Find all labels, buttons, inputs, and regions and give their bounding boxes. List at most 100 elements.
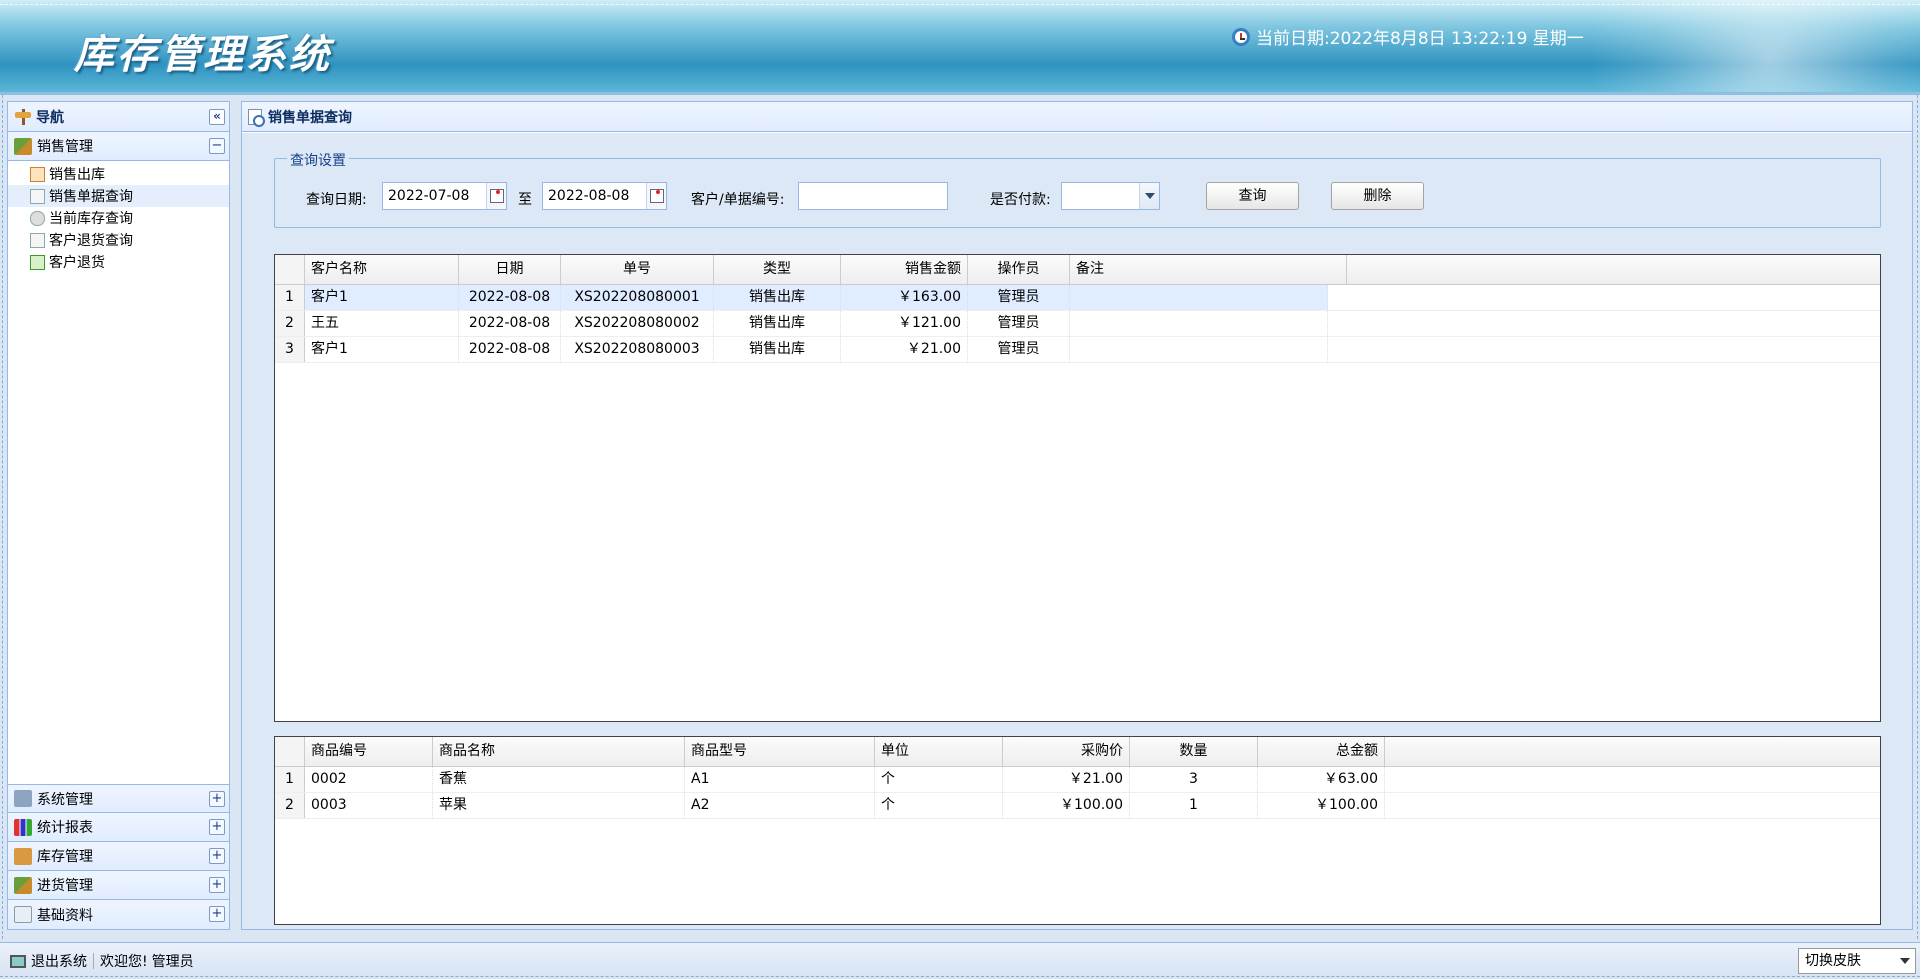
tree-item-customer-return[interactable]: 客户退货 — [8, 251, 229, 273]
to-label: 至 — [518, 192, 532, 208]
cell-model: A1 — [685, 767, 875, 792]
logout-link[interactable]: 退出系统 — [31, 951, 87, 971]
column-header[interactable]: 日期 — [459, 255, 561, 284]
cell-type: 销售出库 — [714, 285, 841, 310]
search-doc-icon — [30, 232, 45, 248]
expand-section-button[interactable]: + — [209, 819, 225, 835]
section-reports[interactable]: 统计报表 + — [8, 813, 229, 842]
paid-select[interactable] — [1061, 182, 1160, 210]
current-date: 当前日期: 2022年8月8日 13:22:19 星期一 — [1232, 24, 1584, 49]
section-purchase[interactable]: 进货管理 + — [8, 871, 229, 900]
items-grid: 商品编号 商品名称 商品型号 单位 采购价 数量 总金额 1 0002 香蕉 A… — [274, 736, 1881, 925]
rownum-header — [275, 255, 305, 284]
column-header[interactable]: 采购价 — [1003, 737, 1130, 766]
row-number: 2 — [275, 311, 305, 336]
skin-select[interactable]: 切换皮肤 — [1798, 948, 1916, 974]
date-to-value: 2022-08-08 — [548, 188, 630, 204]
return-icon — [30, 254, 45, 270]
column-header[interactable]: 商品型号 — [685, 737, 875, 766]
table-row[interactable]: 3 客户1 2022-08-08 XS202208080003 销售出库 ￥21… — [275, 337, 1880, 363]
cell-amount: ￥121.00 — [841, 311, 968, 336]
expand-section-button[interactable]: + — [209, 848, 225, 864]
tree-item-sales-query[interactable]: 销售单据查询 — [8, 185, 229, 207]
cell-date: 2022-08-08 — [459, 311, 561, 336]
main-panel-header: 销售单据查询 — [242, 102, 1912, 132]
section-inventory[interactable]: 库存管理 + — [8, 842, 229, 871]
database-icon — [30, 210, 45, 226]
left-dashed-border — [2, 95, 3, 939]
cell-amount: ￥21.00 — [841, 337, 968, 362]
expand-section-button[interactable]: + — [209, 791, 225, 807]
section-label: 销售管理 — [37, 139, 93, 155]
expand-section-button[interactable]: + — [209, 877, 225, 893]
section-label: 库存管理 — [37, 849, 93, 865]
section-sales[interactable]: 销售管理 − — [8, 132, 229, 161]
cell-date: 2022-08-08 — [459, 337, 561, 362]
collapse-nav-button[interactable]: « — [209, 109, 225, 125]
collapse-section-button[interactable]: − — [209, 138, 225, 154]
header-dashed-line — [0, 4, 1920, 5]
section-basic-data[interactable]: 基础资料 + — [8, 900, 229, 929]
column-header[interactable]: 销售金额 — [841, 255, 968, 284]
tree-item-label: 销售出库 — [49, 167, 105, 183]
search-button[interactable]: 查询 — [1206, 182, 1299, 210]
customer-input[interactable] — [798, 182, 948, 210]
main-body: 查询设置 查询日期: 2022-07-08 至 2022-08-08 客户/单据… — [242, 133, 1912, 929]
cell-qty: 1 — [1130, 793, 1258, 818]
box-icon — [14, 847, 32, 865]
section-system[interactable]: 系统管理 + — [8, 784, 229, 813]
column-header[interactable]: 数量 — [1130, 737, 1258, 766]
collapsed-sections: 系统管理 + 统计报表 + 库存管理 + 进货管理 + 基础资料 + — [8, 784, 229, 929]
customer-label: 客户/单据编号: — [691, 192, 785, 208]
calendar-icon[interactable] — [646, 183, 666, 209]
sales-icon — [14, 137, 32, 155]
column-header[interactable]: 商品名称 — [433, 737, 685, 766]
date-range-label: 查询日期: — [306, 192, 367, 208]
delete-button[interactable]: 删除 — [1331, 182, 1424, 210]
date-from-field[interactable]: 2022-07-08 — [382, 182, 507, 210]
orders-grid-header: 客户名称 日期 单号 类型 销售金额 操作员 备注 — [275, 255, 1880, 285]
cell-price: ￥21.00 — [1003, 767, 1130, 792]
bar-chart-icon — [14, 818, 32, 836]
column-header[interactable]: 商品编号 — [305, 737, 433, 766]
current-user: 管理员 — [151, 954, 194, 970]
table-row[interactable]: 2 0003 苹果 A2 个 ￥100.00 1 ￥100.00 — [275, 793, 1880, 819]
date-to-field[interactable]: 2022-08-08 — [542, 182, 667, 210]
tree-item-label: 销售单据查询 — [49, 189, 133, 205]
column-header[interactable]: 总金额 — [1258, 737, 1385, 766]
expand-section-button[interactable]: + — [209, 906, 225, 922]
column-header[interactable]: 客户名称 — [305, 255, 459, 284]
tree-item-return-query[interactable]: 客户退货查询 — [8, 229, 229, 251]
row-number: 3 — [275, 337, 305, 362]
table-row[interactable]: 1 0002 香蕉 A1 个 ￥21.00 3 ￥63.00 — [275, 767, 1880, 793]
column-header[interactable]: 单位 — [875, 737, 1003, 766]
cell-total: ￥100.00 — [1258, 793, 1385, 818]
column-header[interactable]: 备注 — [1070, 255, 1347, 284]
cell-date: 2022-08-08 — [459, 285, 561, 310]
paid-label: 是否付款: — [990, 192, 1051, 208]
cell-total: ￥63.00 — [1258, 767, 1385, 792]
cell-operator: 管理员 — [968, 285, 1070, 310]
orders-grid: 客户名称 日期 单号 类型 销售金额 操作员 备注 1 客户1 2022-08-… — [274, 254, 1881, 722]
calendar-icon[interactable] — [486, 183, 506, 209]
tree-item-sales-out[interactable]: 销售出库 — [8, 163, 229, 185]
navigation-panel: 导航 « 销售管理 − 销售出库 销售单据查询 当前库存查询 客户退货查询 客户… — [7, 101, 230, 930]
table-row[interactable]: 1 客户1 2022-08-08 XS202208080001 销售出库 ￥16… — [275, 285, 1880, 311]
column-header[interactable]: 操作员 — [968, 255, 1070, 284]
section-label: 基础资料 — [37, 907, 93, 924]
search-doc-icon — [248, 108, 265, 127]
nav-title: 导航 — [36, 109, 64, 126]
computer-icon — [10, 954, 26, 968]
column-header[interactable]: 类型 — [714, 255, 841, 284]
table-row[interactable]: 2 王五 2022-08-08 XS202208080002 销售出库 ￥121… — [275, 311, 1880, 337]
chevron-down-icon[interactable] — [1139, 183, 1159, 209]
right-dashed-border — [1917, 95, 1918, 939]
cell-note — [1070, 311, 1328, 336]
column-header[interactable]: 单号 — [561, 255, 714, 284]
cell-operator: 管理员 — [968, 311, 1070, 336]
search-doc-icon — [30, 188, 45, 204]
cell-type: 销售出库 — [714, 311, 841, 336]
cell-customer: 客户1 — [305, 337, 459, 362]
cell-unit: 个 — [875, 767, 1003, 792]
tree-item-stock-query[interactable]: 当前库存查询 — [8, 207, 229, 229]
